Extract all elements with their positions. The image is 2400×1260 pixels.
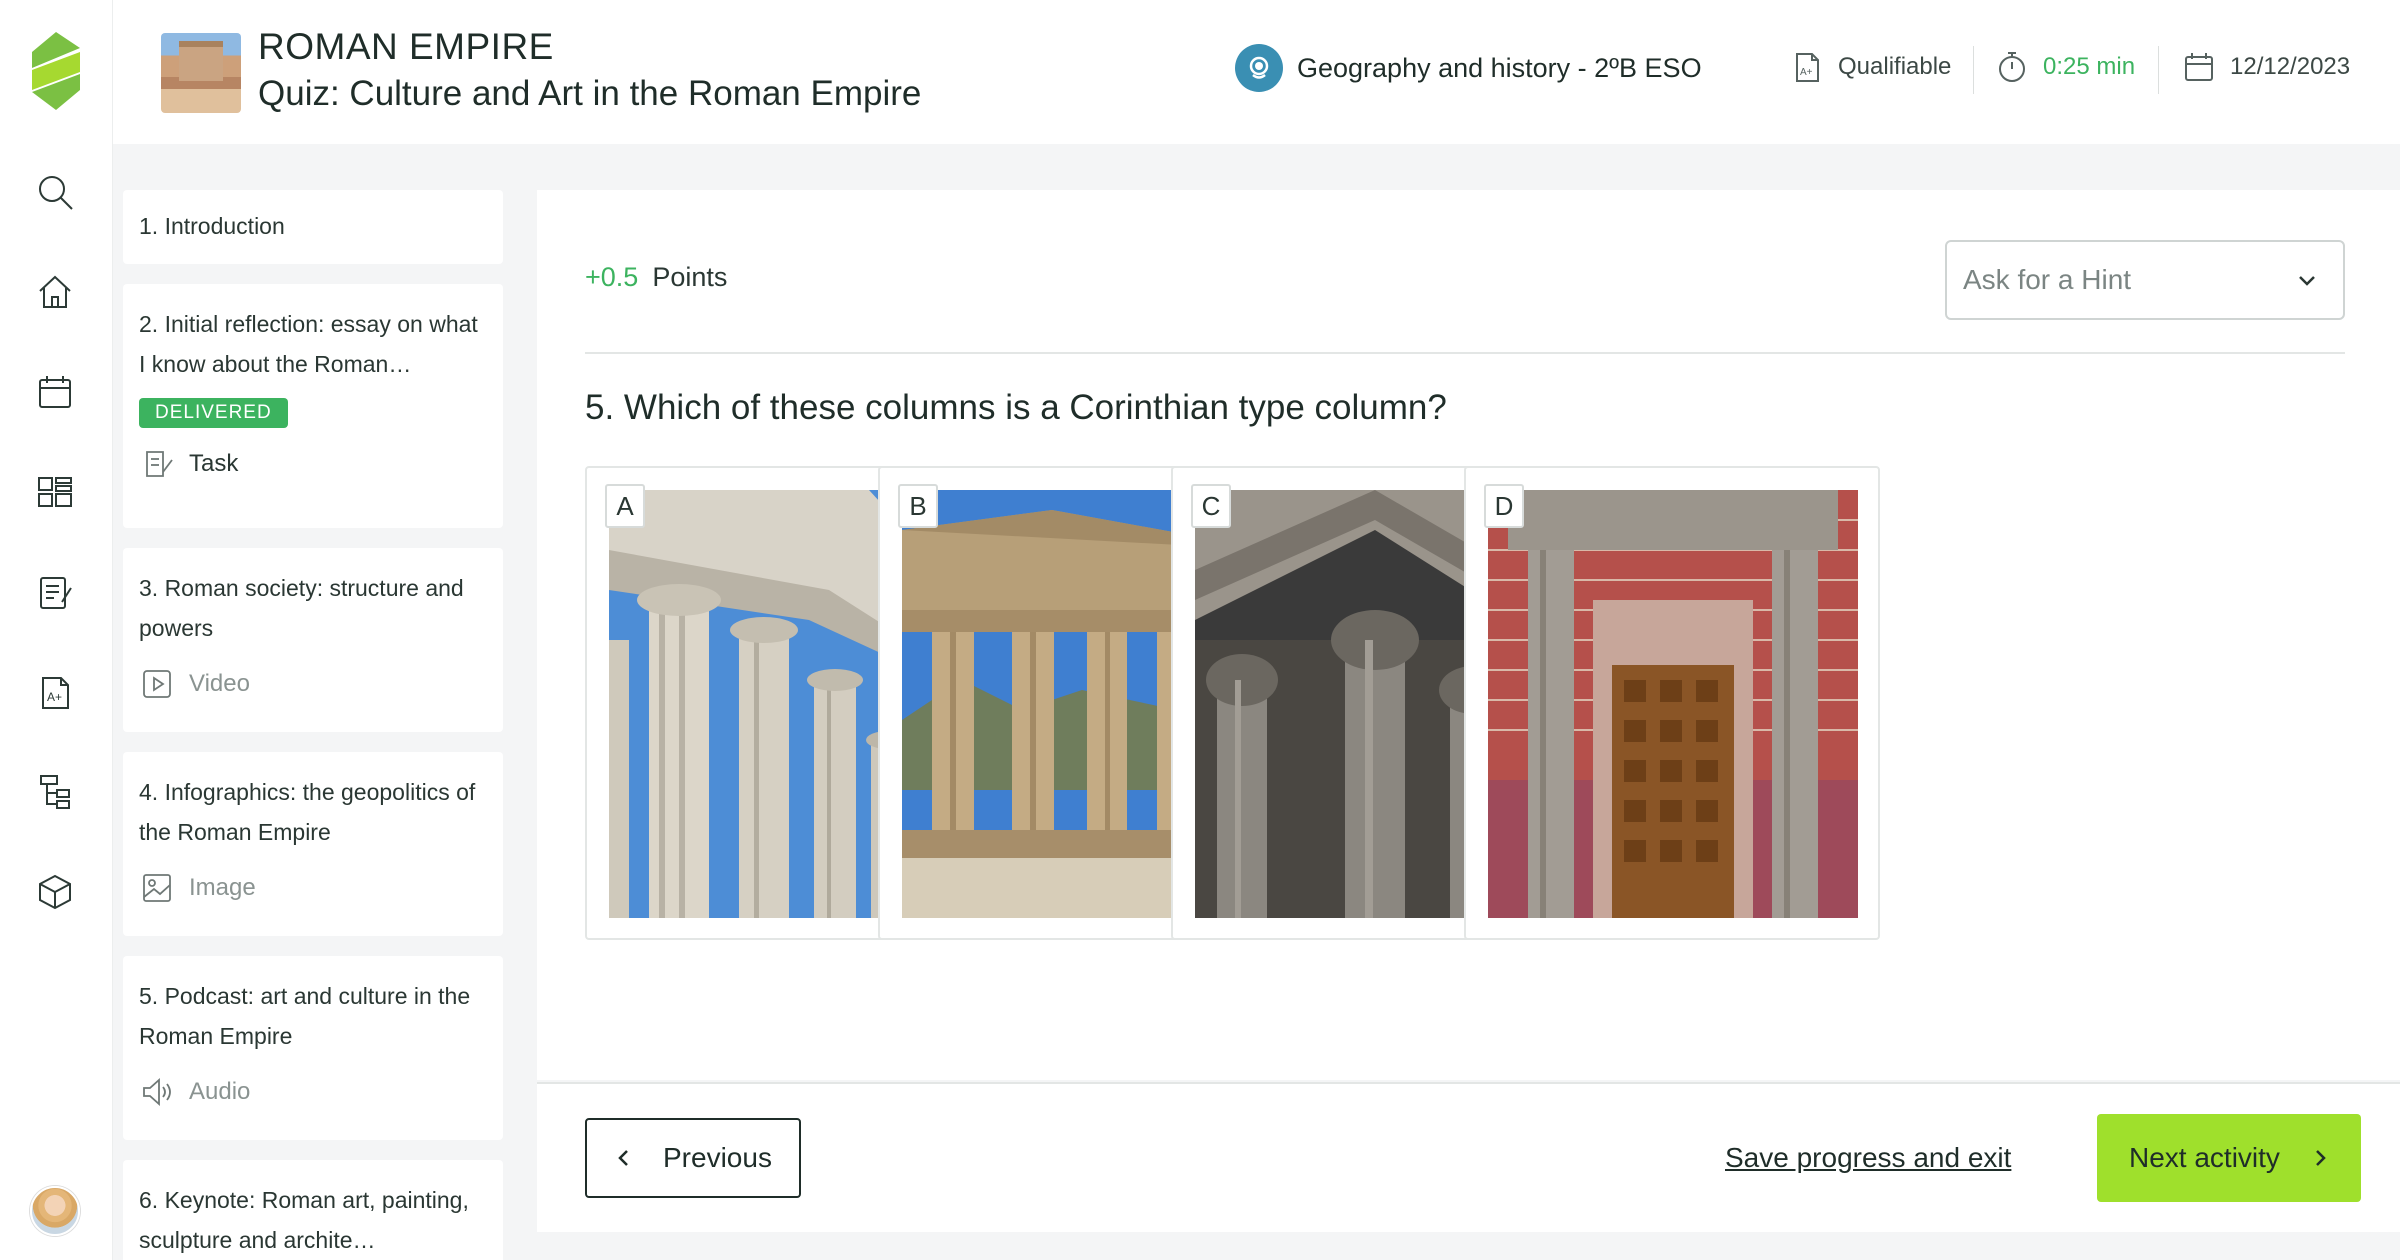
due-date: 12/12/2023 bbox=[2182, 50, 2350, 84]
left-rail: A+ bbox=[0, 0, 113, 1260]
option-letter: B bbox=[898, 484, 938, 528]
home-icon[interactable] bbox=[33, 270, 77, 314]
calendar-icon bbox=[2185, 53, 2213, 81]
app-logo[interactable] bbox=[22, 30, 90, 112]
calendar-icon[interactable] bbox=[33, 370, 77, 414]
hint-dropdown[interactable]: Ask for a Hint bbox=[1945, 240, 2345, 320]
subject-label: Geography and history - 2ºB ESO bbox=[1235, 44, 1702, 92]
grades-icon[interactable]: A+ bbox=[33, 670, 77, 714]
points-text: Points bbox=[652, 262, 728, 292]
next-activity-button[interactable]: Next activity bbox=[2097, 1114, 2361, 1202]
tree-icon[interactable] bbox=[33, 770, 77, 814]
option-letter: A bbox=[605, 484, 645, 528]
footer-bar: Previous Save progress and exit Next act… bbox=[537, 1082, 2400, 1232]
chevron-left-icon bbox=[618, 1150, 628, 1166]
doorway-columns-photo bbox=[1488, 490, 1858, 918]
hint-placeholder: Ask for a Hint bbox=[1963, 264, 2132, 295]
avatar[interactable] bbox=[30, 1186, 80, 1236]
timer: 0:25 min bbox=[1995, 50, 2135, 84]
grade-doc-icon: A+ bbox=[1796, 53, 1819, 82]
svg-text:A+: A+ bbox=[1800, 67, 1813, 78]
quiz-panel: +0.5 Points Ask for a Hint 5. Which of th… bbox=[537, 190, 2400, 1080]
activity-title: 3. Roman society: structure and powers bbox=[139, 575, 464, 641]
course-thumbnail bbox=[161, 33, 241, 113]
divider bbox=[585, 352, 2345, 354]
image-icon bbox=[143, 874, 171, 902]
question-text: 5. Which of these columns is a Corinthia… bbox=[585, 388, 1447, 427]
activity-type-label: Audio bbox=[189, 1078, 251, 1105]
list-item[interactable]: 4. Infographics: the geopolitics of the … bbox=[123, 752, 503, 936]
course-title: ROMAN EMPIRE bbox=[258, 26, 554, 67]
subject-text: Geography and history - 2ºB ESO bbox=[1297, 52, 1702, 83]
activity-title: 6. Keynote: Roman art, painting, sculptu… bbox=[139, 1187, 469, 1253]
audio-icon bbox=[143, 1077, 171, 1107]
status-badge: DELIVERED bbox=[139, 398, 288, 428]
timer-text: 0:25 min bbox=[2043, 53, 2136, 80]
qualifiable-text: Qualifiable bbox=[1838, 53, 1952, 80]
option-letter: D bbox=[1484, 484, 1524, 528]
chevron-right-icon bbox=[2316, 1150, 2326, 1166]
search-icon[interactable] bbox=[33, 170, 77, 214]
divider bbox=[2158, 46, 2159, 94]
previous-button[interactable]: Previous bbox=[585, 1118, 801, 1198]
header: ROMAN EMPIRE Quiz: Culture and Art in th… bbox=[113, 0, 2400, 144]
activity-type: Task bbox=[139, 446, 487, 482]
chevron-down-icon bbox=[2299, 276, 2315, 286]
list-item[interactable]: 5. Podcast: art and culture in the Roman… bbox=[123, 956, 503, 1140]
option-letter: C bbox=[1191, 484, 1231, 528]
activity-type: Image bbox=[139, 870, 487, 906]
activity-type-label: Video bbox=[189, 670, 250, 697]
task-list-icon[interactable] bbox=[33, 570, 77, 614]
activity-type: Video bbox=[139, 666, 487, 702]
points-value: +0.5 bbox=[585, 262, 639, 292]
task-icon bbox=[146, 451, 173, 477]
activity-title: 1. Introduction bbox=[139, 213, 285, 239]
list-item[interactable]: 6. Keynote: Roman art, painting, sculptu… bbox=[123, 1160, 503, 1260]
stopwatch-icon bbox=[1999, 52, 2025, 82]
activity-type: Audio bbox=[139, 1074, 487, 1110]
activity-title: 2. Initial reflection: essay on what I k… bbox=[139, 311, 478, 377]
quiz-title: Quiz: Culture and Art in the Roman Empir… bbox=[258, 74, 922, 113]
activity-type-label: Task bbox=[189, 450, 239, 477]
activity-type-label: Image bbox=[189, 874, 256, 901]
activity-title: 5. Podcast: art and culture in the Roman… bbox=[139, 983, 471, 1049]
video-icon bbox=[143, 670, 171, 698]
list-item[interactable]: 2. Initial reflection: essay on what I k… bbox=[123, 284, 503, 528]
previous-label: Previous bbox=[663, 1142, 772, 1173]
cube-icon[interactable] bbox=[33, 870, 77, 914]
dashboard-icon[interactable] bbox=[33, 470, 77, 514]
svg-text:A+: A+ bbox=[47, 690, 62, 704]
answer-option-d[interactable]: D bbox=[1464, 466, 1880, 940]
globe-icon bbox=[1235, 44, 1283, 92]
list-item[interactable]: 1. Introduction bbox=[123, 190, 503, 264]
list-item[interactable]: 3. Roman society: structure and powers V… bbox=[123, 548, 503, 732]
activity-title: 4. Infographics: the geopolitics of the … bbox=[139, 779, 476, 845]
points-label: +0.5 Points bbox=[585, 262, 727, 293]
next-label: Next activity bbox=[2129, 1142, 2280, 1173]
date-text: 12/12/2023 bbox=[2230, 53, 2351, 80]
qualifiable-label: A+ Qualifiable bbox=[1790, 50, 1951, 84]
divider bbox=[1973, 46, 1974, 94]
save-progress-link[interactable]: Save progress and exit bbox=[1725, 1142, 2011, 1174]
